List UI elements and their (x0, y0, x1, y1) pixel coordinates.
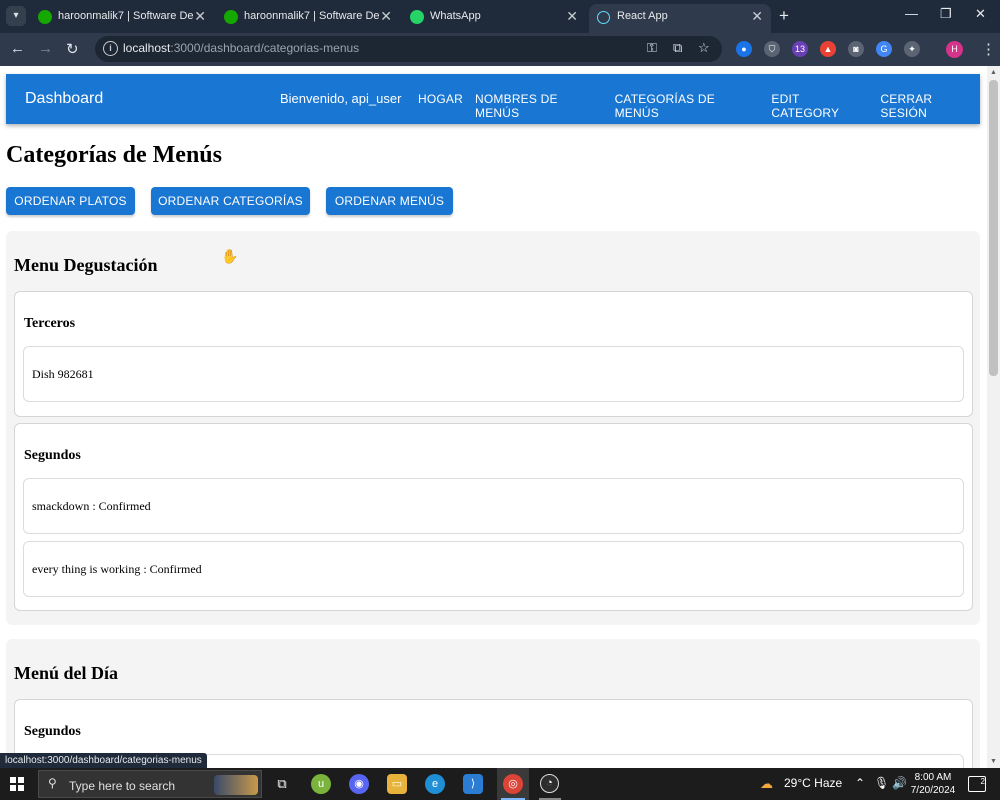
browser-tab-4[interactable]: React App ✕ (589, 4, 771, 33)
weather-icon[interactable]: ☁ (760, 776, 773, 792)
page-title: Categorías de Menús (6, 142, 222, 168)
category-title: Terceros (24, 316, 76, 331)
status-url-bubble: localhost:3000/dashboard/categorias-menu… (0, 753, 207, 768)
tab-search-chevron-icon[interactable]: ▾ (6, 6, 26, 26)
nav-link-nombres-menus[interactable]: NOMBRES DE MENÚS (475, 92, 603, 120)
system-clock[interactable]: 8:00 AM 7/20/2024 (905, 771, 961, 797)
menu-title: Menú del Día (14, 663, 119, 683)
search-highlight-image (214, 775, 258, 795)
bookmark-star-icon[interactable]: ☆ (698, 40, 710, 56)
forward-icon[interactable]: → (38, 40, 53, 57)
reload-icon[interactable]: ↻ (66, 40, 79, 58)
recorder-icon[interactable]: ◔ (540, 774, 559, 793)
dish-label: every thing is working : Confirmed (32, 562, 202, 576)
scrollbar-thumb[interactable] (989, 80, 998, 376)
tab-title: WhatsApp (430, 10, 481, 22)
browser-menu-icon[interactable]: ⋮ (981, 40, 996, 58)
dish-item[interactable]: every thing is working : Confirmed (23, 541, 964, 597)
notification-center-icon[interactable]: 2 (968, 776, 986, 792)
back-icon[interactable]: ← (10, 40, 25, 57)
ordenar-menus-button[interactable]: ORDENAR MENÚS (326, 187, 453, 215)
site-info-icon[interactable]: i (103, 41, 118, 56)
category-card: Segundos smackdown : Confirmed every thi… (14, 423, 973, 611)
minimize-icon[interactable]: — (905, 6, 918, 21)
page-viewport: Dashboard Bienvenido, api_user HOGAR NOM… (0, 66, 987, 768)
upwork-app-icon[interactable]: u (311, 774, 331, 794)
dish-label: Dish 982681 (32, 367, 94, 381)
whatsapp-icon (410, 10, 424, 24)
restore-icon[interactable]: ❐ (940, 6, 952, 22)
shield-extension-icon[interactable]: ⛉ (764, 41, 780, 57)
page-scrollbar[interactable]: ▲ ▼ (987, 66, 1000, 768)
react-icon (597, 11, 610, 24)
taskbar-search[interactable]: ⚲ Type here to search (38, 770, 262, 798)
address-url: localhost:3000/dashboard/categorias-menu… (123, 41, 360, 55)
weather-text[interactable]: 29°C Haze (784, 776, 842, 790)
nav-link-hogar[interactable]: HOGAR (418, 92, 463, 120)
translate-extension-icon[interactable]: G (876, 41, 892, 57)
category-title: Segundos (24, 448, 81, 463)
app-header: Dashboard Bienvenido, api_user HOGAR NOM… (6, 74, 980, 124)
browser-tab-3[interactable]: WhatsApp ✕ (402, 4, 586, 33)
category-title: Segundos (24, 724, 81, 739)
category-card: Terceros Dish 982681 (14, 291, 973, 417)
upwork-icon (224, 10, 238, 24)
close-icon[interactable]: ✕ (566, 8, 578, 25)
close-icon[interactable]: ✕ (751, 8, 763, 25)
extension-icon[interactable]: ● (736, 41, 752, 57)
tab-title: haroonmalik7 | Software Develo (58, 10, 193, 22)
edge-icon[interactable]: e (425, 774, 445, 794)
tray-chevron-icon[interactable]: ⌃ (855, 776, 865, 790)
menu-title: Menu Degustación (14, 255, 158, 275)
dish-item[interactable]: smackdown : Confirmed (23, 478, 964, 534)
install-app-icon[interactable]: ⧉ (673, 40, 682, 56)
chrome-icon[interactable]: ◎ (503, 774, 523, 794)
menu-section: Menú del Día Segundos (6, 639, 980, 768)
vscode-icon[interactable]: ⟩ (463, 774, 483, 794)
tab-title: haroonmalik7 | Software Develo (244, 10, 379, 22)
camera-extension-icon[interactable]: ◙ (848, 41, 864, 57)
windows-start-icon[interactable] (10, 777, 24, 791)
extension-badge-icon[interactable]: 13 (792, 41, 808, 57)
scroll-down-icon[interactable]: ▼ (990, 758, 997, 765)
menu-section: Menu Degustación Terceros Dish 982681 Se… (6, 231, 980, 625)
tab-title: React App (617, 10, 668, 22)
file-explorer-icon[interactable]: ▭ (387, 774, 407, 794)
nav-link-categorias-menus[interactable]: CATEGORÍAS DE MENÚS (615, 92, 760, 120)
new-tab-icon[interactable]: + (779, 6, 789, 26)
header-nav: HOGAR NOMBRES DE MENÚS CATEGORÍAS DE MEN… (418, 92, 980, 120)
profile-avatar[interactable]: H (946, 41, 963, 58)
address-bar[interactable]: i localhost:3000/dashboard/categorias-me… (95, 36, 722, 62)
window-close-icon[interactable]: ✕ (975, 6, 986, 22)
dish-label: smackdown : Confirmed (32, 499, 151, 513)
close-icon[interactable]: ✕ (194, 8, 206, 25)
close-icon[interactable]: ✕ (380, 8, 392, 25)
ordenar-platos-button[interactable]: ORDENAR PLATOS (6, 187, 135, 215)
hand-cursor-icon: ✋ (221, 248, 239, 264)
nav-link-cerrar-sesion[interactable]: CERRAR SESIÓN (880, 92, 980, 120)
taskbar: ⚲ Type here to search ⧉ u ◉ ▭ e ⟩ ◎ ◔ ☁ … (0, 768, 1000, 800)
welcome-text: Bienvenido, api_user (280, 91, 402, 106)
browser-tab-2[interactable]: haroonmalik7 | Software Develo ✕ (216, 4, 400, 33)
dish-item[interactable]: Dish 982681 (23, 346, 964, 402)
brand-title[interactable]: Dashboard (25, 90, 103, 108)
ordenar-categorias-button[interactable]: ORDENAR CATEGORÍAS (151, 187, 310, 215)
password-key-icon[interactable]: ⚿ (647, 40, 657, 56)
clock-time: 8:00 AM (914, 772, 952, 783)
browser-toolbar: ← → ↻ i localhost:3000/dashboard/categor… (0, 33, 1000, 66)
search-placeholder: Type here to search (69, 779, 176, 793)
search-icon: ⚲ (48, 776, 57, 790)
task-view-icon[interactable]: ⧉ (272, 774, 292, 794)
browser-tab-strip: ▾ haroonmalik7 | Software Develo ✕ haroo… (0, 0, 1000, 33)
extensions-puzzle-icon[interactable]: ✦ (904, 41, 920, 57)
extension-icon[interactable]: ▲ (820, 41, 836, 57)
browser-tab-1[interactable]: haroonmalik7 | Software Develo ✕ (30, 4, 214, 33)
upwork-icon (38, 10, 52, 24)
clock-date: 7/20/2024 (910, 785, 956, 796)
nav-link-edit-category[interactable]: EDIT CATEGORY (771, 92, 868, 120)
microphone-icon[interactable]: 🎙 (874, 776, 889, 790)
scroll-up-icon[interactable]: ▲ (990, 69, 997, 76)
discord-icon[interactable]: ◉ (349, 774, 369, 794)
